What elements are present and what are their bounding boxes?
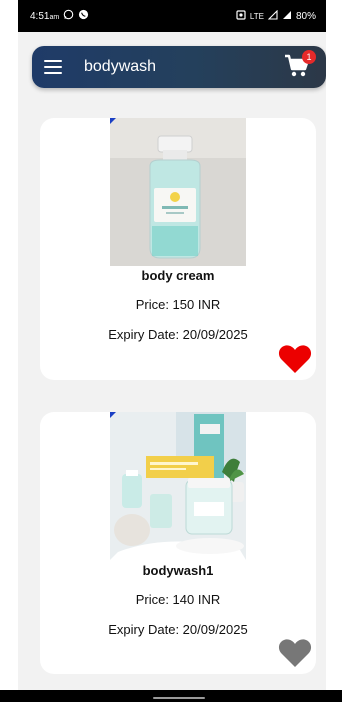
product-image [110,412,246,560]
favorite-heart-icon[interactable] [278,638,312,668]
status-bar-right: LTE 80% [236,9,316,23]
hamburger-menu-icon[interactable] [44,60,62,74]
whatsapp-icon [63,9,74,23]
product-name: bodywash1 [142,563,214,578]
product-expiry-date: Expiry Date: 20/09/2025 [108,622,248,637]
clock: 4:51am [30,10,60,22]
whatsapp-business-icon [78,9,89,23]
favorite-heart-icon[interactable] [278,344,312,374]
status-bar-left: 4:51am [30,9,89,23]
status-bar: 4:51am LTE 80% [18,0,326,32]
system-navigation-bar [0,690,342,702]
app-toolbar: bodywash 1 [32,46,326,88]
page-title: bodywash [84,58,157,75]
cart-count-badge: 1 [302,50,316,64]
network-type: LTE [249,11,264,21]
product-price: Price: 140 INR [135,592,221,607]
product-image [110,118,246,266]
signal-icon [282,10,292,23]
battery-level: 80% [295,10,316,22]
product-card[interactable]: bodywash1 Price: 140 INR Expiry Date: 20… [40,412,316,674]
product-card[interactable]: body cream Price: 150 INR Expiry Date: 2… [40,118,316,380]
product-expiry-date: Expiry Date: 20/09/2025 [108,327,248,342]
home-gesture-handle[interactable] [153,697,205,699]
app-frame: 4:51am LTE 80% bodywash 1 body cream Pri… [18,0,326,702]
product-name: body cream [141,268,215,283]
sim-icon [236,9,246,23]
cart-button[interactable]: 1 [284,50,316,80]
signal-icon [267,9,278,23]
product-price: Price: 150 INR [135,297,221,312]
